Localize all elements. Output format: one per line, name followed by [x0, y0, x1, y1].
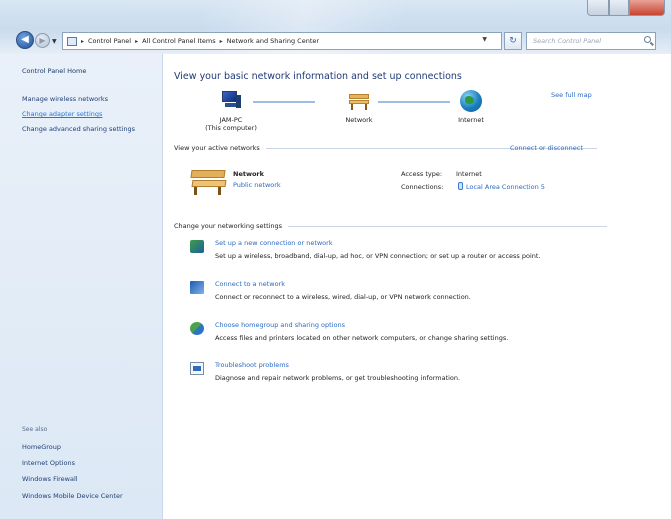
see-also-internet-options[interactable]: Internet Options	[22, 459, 75, 467]
forward-button[interactable]: ▶	[35, 33, 50, 48]
close-button[interactable]	[629, 0, 665, 16]
map-connector-line	[253, 101, 315, 103]
breadcrumb-separator: ▸	[81, 37, 85, 45]
sidebar-item-control-panel-home[interactable]: Control Panel Home	[22, 67, 142, 76]
page-title: View your basic network information and …	[174, 71, 462, 82]
new-connection-icon	[190, 240, 204, 253]
task-title-link[interactable]: Set up a new connection or network	[215, 239, 333, 247]
see-also-mobile-device-center[interactable]: Windows Mobile Device Center	[22, 492, 123, 500]
address-bar[interactable]: ▸ Control Panel ▸ All Control Panel Item…	[62, 32, 502, 50]
task-title-link[interactable]: Troubleshoot problems	[215, 361, 289, 369]
change-settings-title: Change your networking settings	[174, 222, 283, 230]
connect-disconnect-link[interactable]: Connect or disconnect	[510, 144, 583, 152]
breadcrumb-all-items[interactable]: All Control Panel Items	[142, 37, 215, 45]
network-location-link[interactable]: Public network	[233, 181, 281, 189]
task-title-link[interactable]: Connect to a network	[215, 280, 285, 288]
sidebar-item-manage-wireless[interactable]: Manage wireless networks	[22, 95, 142, 104]
control-panel-icon	[67, 36, 77, 46]
see-also-windows-firewall[interactable]: Windows Firewall	[22, 475, 78, 483]
window-controls	[587, 0, 665, 16]
internet-label: Internet	[458, 116, 484, 124]
map-node-network[interactable]: Network	[329, 90, 389, 124]
task-description: Access files and printers located on oth…	[215, 334, 509, 342]
task-description: Diagnose and repair network problems, or…	[215, 374, 461, 382]
computer-subtitle: (This computer)	[205, 124, 257, 132]
maximize-button[interactable]	[609, 0, 629, 16]
chevron-down-icon[interactable]: ▼	[482, 36, 487, 43]
search-input[interactable]: Search Control Panel	[526, 32, 656, 50]
breadcrumb-control-panel[interactable]: Control Panel	[88, 37, 131, 45]
sidebar-item-change-advanced-sharing[interactable]: Change advanced sharing settings	[22, 125, 142, 134]
homegroup-icon	[190, 322, 204, 335]
refresh-button[interactable]: ↻	[504, 32, 522, 50]
breadcrumb-separator: ▸	[219, 37, 223, 45]
recent-pages-dropdown[interactable]: ▼	[52, 38, 60, 46]
network-bench-icon	[348, 90, 370, 112]
divider	[288, 225, 607, 227]
computer-icon	[220, 90, 242, 112]
troubleshoot-icon	[190, 362, 204, 375]
see-also-homegroup[interactable]: HomeGroup	[22, 443, 61, 451]
sidebar-item-change-adapter[interactable]: Change adapter settings	[22, 110, 142, 119]
connect-network-icon	[190, 281, 204, 294]
breadcrumb-separator: ▸	[135, 37, 139, 45]
connections-label: Connections:	[401, 183, 444, 191]
main-content: View your basic network information and …	[163, 54, 671, 519]
breadcrumb-network-sharing[interactable]: Network and Sharing Center	[227, 37, 319, 45]
map-node-computer[interactable]: JAM-PC (This computer)	[201, 90, 261, 132]
task-description: Connect or reconnect to a wireless, wire…	[215, 293, 471, 301]
active-network-name: Network	[233, 170, 264, 178]
back-button[interactable]: ◀	[16, 31, 34, 49]
globe-icon	[460, 90, 482, 112]
ethernet-connection-icon	[458, 182, 463, 190]
connection-link[interactable]: Local Area Connection 5	[466, 183, 545, 191]
task-title-link[interactable]: Choose homegroup and sharing options	[215, 321, 345, 329]
see-also-heading: See also	[22, 426, 48, 433]
active-networks-title: View your active networks	[174, 144, 260, 152]
change-settings-header: Change your networking settings	[174, 222, 607, 230]
network-label: Network	[345, 116, 373, 124]
search-placeholder: Search Control Panel	[533, 37, 602, 45]
navigation-bar: ◀ ▶ ▼ ▸ Control Panel ▸ All Control Pane…	[0, 30, 671, 52]
computer-name: JAM-PC	[219, 116, 243, 124]
search-icon	[644, 36, 651, 43]
access-type-label: Access type:	[401, 170, 443, 178]
minimize-button[interactable]	[587, 0, 609, 16]
task-description: Set up a wireless, broadband, dial-up, a…	[215, 252, 541, 260]
sidebar: Control Panel Home Manage wireless netwo…	[0, 54, 163, 519]
map-node-internet[interactable]: Internet	[441, 90, 501, 124]
see-full-map-link[interactable]: See full map	[551, 91, 592, 99]
public-network-bench-icon[interactable]	[190, 166, 227, 196]
access-type-value: Internet	[456, 170, 482, 178]
